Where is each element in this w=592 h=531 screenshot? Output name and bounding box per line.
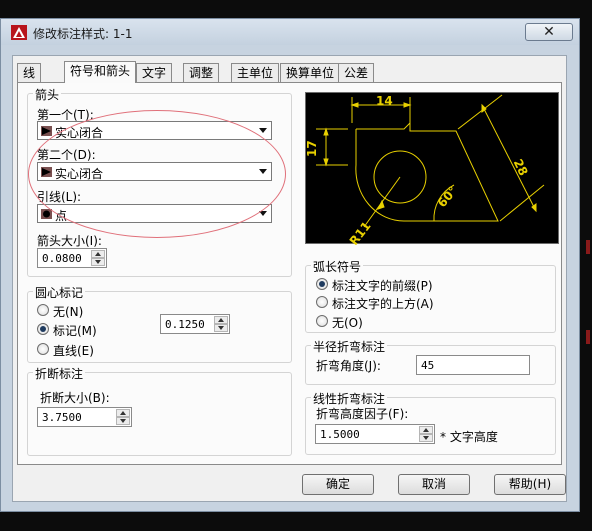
spin-up-button[interactable] xyxy=(419,426,433,434)
ok-button[interactable]: 确定 xyxy=(302,474,374,495)
preview-dim-14: 14 xyxy=(376,94,393,108)
triangle-down-icon xyxy=(218,326,224,330)
tab-fit[interactable]: 调整 xyxy=(183,63,220,82)
leader-arrow-value: 点 xyxy=(55,209,68,223)
jog-height-factor-spinner[interactable]: 1.5000 xyxy=(315,424,435,444)
triangle-up-icon xyxy=(95,252,101,256)
radius-jog-group-label: 半径折弯标注 xyxy=(311,338,388,355)
help-button[interactable]: 帮助(H) xyxy=(494,474,566,495)
spin-up-button[interactable] xyxy=(91,250,105,258)
tab-lines[interactable]: 线 xyxy=(17,63,42,82)
center-line-label: 直线(E) xyxy=(53,344,94,358)
title-bar[interactable]: 修改标注样式: 1-1 ✕ xyxy=(0,18,580,45)
arc-above-radio[interactable] xyxy=(316,296,328,308)
second-arrow-dropdown[interactable]: 实心闭合 xyxy=(37,162,272,181)
leader-arrow-dropdown[interactable]: 点 xyxy=(37,204,272,223)
closed-filled-arrow-icon xyxy=(41,126,52,136)
arrowheads-group-label: 箭头 xyxy=(33,86,62,103)
arc-none-radio[interactable] xyxy=(316,315,328,327)
arc-above-label: 标注文字的上方(A) xyxy=(332,297,434,311)
center-mark-size-spinner[interactable]: 0.1250 xyxy=(160,314,230,334)
arc-length-group-label: 弧长符号 xyxy=(311,258,364,275)
jog-angle-input[interactable]: 45 xyxy=(416,355,530,375)
tab-tolerances[interactable]: 公差 xyxy=(338,63,375,82)
center-none-label: 无(N) xyxy=(53,305,84,319)
first-arrow-value: 实心闭合 xyxy=(55,126,104,140)
jog-angle-label: 折弯角度(J): xyxy=(316,359,381,373)
arc-prefix-label: 标注文字的前缀(P) xyxy=(332,279,433,293)
break-size-spinner[interactable]: 3.7500 xyxy=(37,407,132,427)
preview-drawing: 14 17 28 60° R11 xyxy=(305,94,545,248)
tab-alternate-units[interactable]: 换算单位 xyxy=(280,63,341,82)
chevron-down-icon xyxy=(259,211,267,216)
center-mark-label: 标记(M) xyxy=(53,324,97,338)
jog-height-factor-value: 1.5000 xyxy=(320,428,360,441)
first-arrow-dropdown[interactable]: 实心闭合 xyxy=(37,121,272,140)
center-marks-group-label: 圆心标记 xyxy=(33,284,86,301)
spin-down-button[interactable] xyxy=(419,434,433,442)
spin-down-button[interactable] xyxy=(214,324,228,332)
second-arrow-label: 第二个(D): xyxy=(37,148,96,162)
spin-up-button[interactable] xyxy=(214,316,228,324)
second-arrow-value: 实心闭合 xyxy=(55,167,104,181)
arrow-size-value: 0.0800 xyxy=(42,252,82,265)
spin-down-button[interactable] xyxy=(116,417,130,425)
center-none-radio[interactable] xyxy=(37,304,49,316)
spin-up-button[interactable] xyxy=(116,409,130,417)
jog-height-factor-label: 折弯高度因子(F): xyxy=(316,407,409,421)
tab-primary-units[interactable]: 主单位 xyxy=(231,63,280,82)
text-height-suffix: * 文字高度 xyxy=(440,430,498,444)
triangle-up-icon xyxy=(423,428,429,432)
dimension-break-group-label: 折断标注 xyxy=(33,365,86,382)
tab-symbols-arrows[interactable]: 符号和箭头 xyxy=(64,61,137,83)
preview-dim-17: 17 xyxy=(306,140,319,157)
close-button[interactable]: ✕ xyxy=(525,23,573,41)
arrow-size-spinner[interactable]: 0.0800 xyxy=(37,248,107,268)
center-mark-size-value: 0.1250 xyxy=(165,318,205,331)
chevron-down-icon xyxy=(259,128,267,133)
center-line-radio[interactable] xyxy=(37,343,49,355)
preview-dim-r11: R11 xyxy=(347,219,374,245)
center-mark-radio[interactable] xyxy=(37,323,49,335)
closed-filled-arrow-icon xyxy=(41,167,52,177)
spin-down-button[interactable] xyxy=(91,258,105,266)
background-marker xyxy=(586,240,590,254)
dimension-preview: 14 17 28 60° R11 xyxy=(305,92,559,248)
preview-dim-28: 28 xyxy=(511,157,531,178)
cancel-button[interactable]: 取消 xyxy=(398,474,470,495)
arc-prefix-radio[interactable] xyxy=(316,278,328,290)
triangle-up-icon xyxy=(120,411,126,415)
tab-text[interactable]: 文字 xyxy=(136,63,173,82)
triangle-up-icon xyxy=(218,318,224,322)
arc-none-label: 无(O) xyxy=(332,316,363,330)
triangle-down-icon xyxy=(95,260,101,264)
break-size-label: 折断大小(B): xyxy=(40,391,110,405)
preview-dim-60: 60° xyxy=(435,184,460,210)
autocad-app-icon xyxy=(11,25,27,40)
triangle-down-icon xyxy=(120,419,126,423)
break-size-value: 3.7500 xyxy=(42,411,82,424)
arrow-size-label: 箭头大小(I): xyxy=(37,234,102,248)
dot-arrow-icon xyxy=(41,209,52,219)
chevron-down-icon xyxy=(259,169,267,174)
background-marker xyxy=(586,330,590,344)
window-title: 修改标注样式: 1-1 xyxy=(33,27,133,41)
triangle-down-icon xyxy=(423,436,429,440)
leader-arrow-label: 引线(L): xyxy=(37,190,82,204)
